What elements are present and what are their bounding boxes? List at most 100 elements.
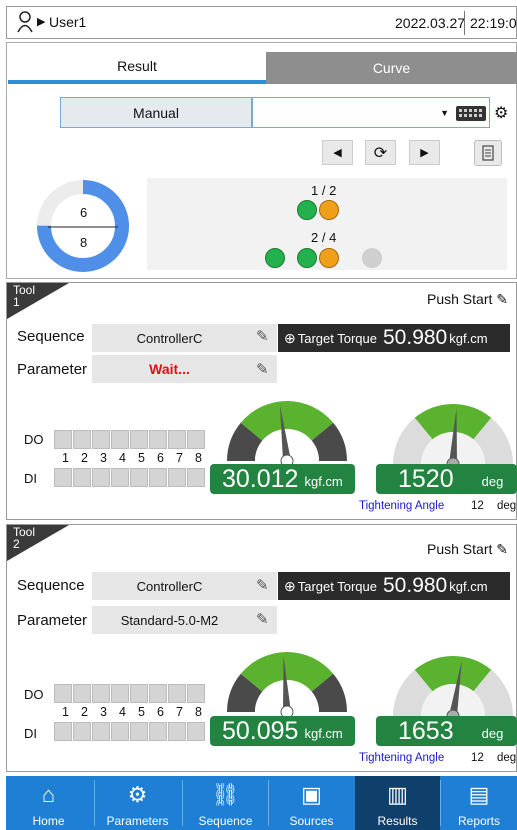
target-icon: ⊕ [284,577,296,594]
screwdriver-icon: ▣ [301,782,322,807]
io-numbers: 12345678 [62,451,202,465]
next-button[interactable]: ▶ [409,140,440,165]
target-unit: kgf.cm [449,578,488,594]
parameter-label: Parameter [17,612,88,629]
sequence-label: Sequence [17,577,85,594]
status-dot [319,248,339,268]
divider [464,11,465,35]
torque-unit: kgf.cm [304,726,343,741]
sequence-icon: ⛓ [211,782,240,807]
parameter-value: Standard-5.0-M2 [92,606,277,634]
tightening-angle-value: 12 [471,752,484,764]
do-label: DO [24,432,44,447]
torque-gauge [227,652,347,718]
torque-gauge [227,401,347,467]
edit-parameter-icon[interactable]: ✎ [256,360,269,378]
edit-parameter-icon[interactable]: ✎ [256,610,269,628]
mode-select[interactable]: ▼ [252,97,490,128]
mode-label: Manual [60,97,252,128]
target-unit: kgf.cm [449,330,488,346]
top-bar: ▶ User1 2022.03.27 22:19:05 [6,6,517,39]
done-count: 6 [80,205,88,220]
target-torque-box: ⊕ Target Torque 50.980 kgf.cm [278,324,510,352]
status-dot [362,248,382,268]
torque-value-box: 30.012 kgf.cm [210,464,355,494]
sequence-value: ControllerC [92,572,277,600]
push-start-label[interactable]: Push Start ✎ [427,541,508,558]
angle-value-box: 1653 deg [376,716,517,746]
tool-label: Tool 1 [13,283,36,309]
tab-curve[interactable]: Curve [266,52,517,84]
nav-sources[interactable]: ▣ Sources [269,776,354,830]
target-value: 50.980 [383,574,448,597]
keyboard-icon[interactable] [456,106,486,121]
prev-button[interactable]: ◀ [322,140,353,165]
sequence-label: Sequence [17,328,85,345]
angle-unit: deg [481,474,504,489]
tab-result[interactable]: Result [8,52,266,84]
tightening-angle-label: Tightening Angle [359,500,445,512]
io-numbers: 12345678 [62,705,202,719]
dropdown-arrow-icon[interactable]: ▼ [440,108,449,118]
nav-sequence[interactable]: ⛓ Sequence [183,776,268,830]
report-button[interactable] [474,140,502,166]
di-row [54,468,206,487]
refresh-button[interactable]: ⟳ [365,140,396,165]
edit-icon[interactable]: ✎ [496,291,508,307]
torque-value: 50.095 [222,717,299,745]
home-icon: ⌂ [41,782,56,807]
play-arrow-icon: ▶ [37,16,46,28]
user-name[interactable]: User1 [49,14,86,30]
edit-sequence-icon[interactable]: ✎ [256,327,269,345]
row2-count: 2 / 4 [311,230,337,245]
sequence-value: ControllerC [92,324,277,352]
list-icon [482,145,494,161]
parameter-value: Wait... [92,355,277,383]
chart-icon: ▥ [387,782,408,807]
total-count: 8 [80,235,88,250]
status-dot [297,200,317,220]
angle-unit: deg [481,726,504,741]
tightening-angle-unit: deg [497,500,517,512]
torque-value-box: 50.095 kgf.cm [210,716,355,746]
target-torque-box: ⊕ Target Torque 50.980 kgf.cm [278,572,510,600]
nav-parameters[interactable]: ⚙ Parameters [95,776,180,830]
status-dot [297,248,317,268]
time-display: 22:19:05 [470,15,517,31]
date-display: 2022.03.27 [395,15,466,31]
torque-unit: kgf.cm [304,474,343,489]
angle-gauge [393,656,513,722]
push-start-label[interactable]: Push Start ✎ [427,291,508,308]
report-icon: ▤ [468,782,490,807]
nav-reports[interactable]: ▤ Reports [441,776,517,830]
tool-label: Tool 2 [13,525,36,551]
user-icon[interactable] [17,10,33,34]
angle-gauge [393,404,513,470]
di-label: DI [24,471,37,486]
target-value: 50.980 [383,326,448,349]
row1-count: 1 / 2 [311,183,337,198]
tab-bar: Result Curve [8,52,517,84]
gear-icon[interactable]: ⚙ [494,103,508,123]
angle-value-box: 1520 deg [376,464,517,494]
screw-icon: ⚙ [127,782,148,807]
target-icon: ⊕ [284,329,296,346]
tightening-angle-label: Tightening Angle [359,752,445,764]
nav-results[interactable]: ▥ Results [355,776,440,830]
edit-sequence-icon[interactable]: ✎ [256,576,269,594]
di-label: DI [24,726,37,741]
tightening-angle-unit: deg [497,752,517,764]
do-row [54,684,206,703]
angle-value: 1520 [398,465,454,493]
tightening-angle-value: 12 [471,500,484,512]
edit-icon[interactable]: ✎ [496,541,508,557]
angle-value: 1653 [398,717,454,745]
do-row [54,430,206,449]
parameter-label: Parameter [17,361,88,378]
status-dot [265,248,285,268]
do-label: DO [24,687,44,702]
progress-donut [37,180,129,272]
bottom-nav: ⌂ Home ⚙ Parameters ⛓ Sequence ▣ Sources… [6,776,517,830]
nav-home[interactable]: ⌂ Home [6,776,91,830]
status-dot [319,200,339,220]
